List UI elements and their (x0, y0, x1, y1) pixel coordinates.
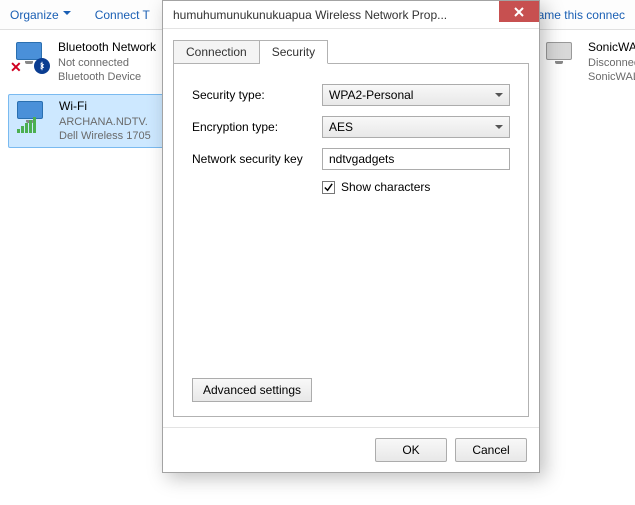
security-type-select[interactable]: WPA2-Personal (322, 84, 510, 106)
tab-connection[interactable]: Connection (173, 40, 260, 64)
bluetooth-adapter-icon: ✕ (14, 40, 50, 74)
rename-connection-link[interactable]: hame this connec (531, 8, 625, 22)
signal-bars-icon (17, 117, 36, 133)
network-status: Disconnecte (588, 56, 635, 70)
dialog-buttons: OK Cancel (163, 427, 539, 472)
network-name: SonicWALL I (588, 40, 635, 56)
encryption-type-label: Encryption type: (192, 120, 322, 134)
x-badge-icon: ✕ (10, 59, 22, 76)
network-item-bluetooth[interactable]: ✕ Bluetooth Network Not connected Blueto… (8, 36, 178, 88)
network-device: Bluetooth Device (58, 70, 156, 84)
network-name: Bluetooth Network (58, 40, 156, 56)
show-characters-checkbox[interactable] (322, 181, 335, 194)
connect-to-link[interactable]: Connect T (95, 8, 150, 22)
tab-strip: Connection Security (173, 39, 529, 63)
bluetooth-icon (34, 58, 50, 74)
network-device: Dell Wireless 1705 (59, 129, 151, 143)
dialog-titlebar[interactable]: humuhumunukunukuapua Wireless Network Pr… (163, 1, 539, 29)
network-ssid: ARCHANA.NDTV. (59, 115, 151, 129)
checkmark-icon (323, 182, 334, 193)
network-item-sonicwall[interactable]: SonicWALL I Disconnecte SonicWALL I (538, 36, 635, 88)
close-icon (514, 7, 524, 17)
wifi-adapter-icon (15, 99, 51, 133)
tab-security[interactable]: Security (260, 40, 328, 64)
cancel-button[interactable]: Cancel (455, 438, 527, 462)
wireless-properties-dialog: humuhumunukunukuapua Wireless Network Pr… (162, 0, 540, 473)
show-characters-label: Show characters (341, 180, 430, 194)
network-item-wifi[interactable]: Wi-Fi ARCHANA.NDTV. Dell Wireless 1705 (8, 94, 178, 148)
network-name: Wi-Fi (59, 99, 151, 115)
advanced-settings-button[interactable]: Advanced settings (192, 378, 312, 402)
ok-button[interactable]: OK (375, 438, 447, 462)
network-key-label: Network security key (192, 152, 322, 166)
organize-menu[interactable]: Organize (10, 8, 71, 22)
close-button[interactable] (499, 1, 539, 22)
tab-body-security: Security type: WPA2-Personal Encryption … (173, 63, 529, 417)
security-type-label: Security type: (192, 88, 322, 102)
network-device: SonicWALL I (588, 70, 635, 84)
dialog-title: humuhumunukunukuapua Wireless Network Pr… (173, 8, 499, 22)
network-key-input[interactable] (322, 148, 510, 170)
network-status: Not connected (58, 56, 156, 70)
encryption-type-select[interactable]: AES (322, 116, 510, 138)
vpn-adapter-icon (544, 40, 580, 74)
